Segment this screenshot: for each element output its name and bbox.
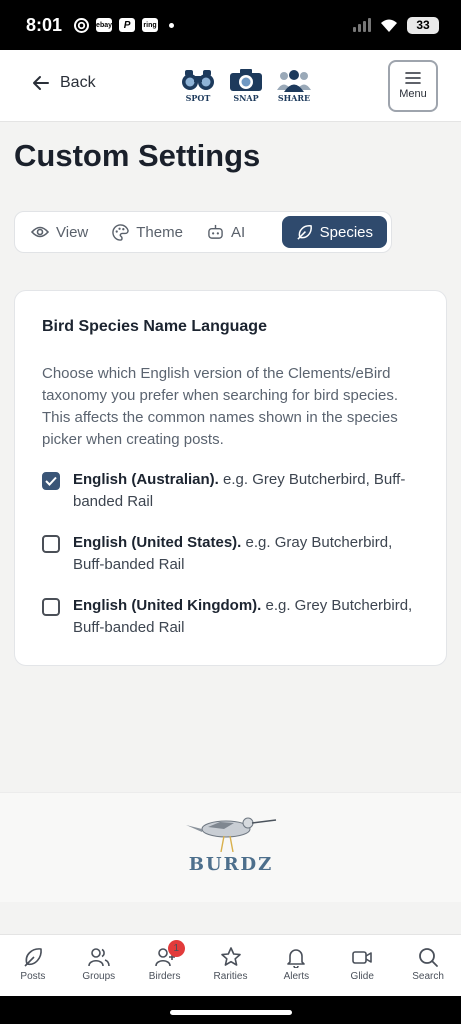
- palette-icon: [112, 223, 130, 241]
- ebay-icon: ebay: [96, 18, 113, 32]
- nav-glide[interactable]: Glide: [329, 935, 395, 996]
- star-icon: [220, 947, 241, 966]
- brand-snap: SNAP: [228, 68, 264, 103]
- hamburger-icon: [405, 72, 421, 84]
- option-english-united-states[interactable]: English (United States). e.g. Gray Butch…: [42, 532, 422, 576]
- brand-logo[interactable]: SPOT SNAP SHARE: [180, 68, 312, 103]
- camera-icon: [230, 69, 262, 91]
- menu-button[interactable]: Menu: [388, 60, 438, 112]
- nav-alerts[interactable]: Alerts: [263, 935, 329, 996]
- logo-text: BURDZ: [188, 854, 274, 875]
- notification-badge: 1: [167, 940, 185, 957]
- eye-icon: [31, 226, 49, 238]
- wifi-icon: [381, 19, 397, 32]
- card-title: Bird Species Name Language: [42, 318, 267, 335]
- sandpiper-bird-icon: [186, 817, 277, 852]
- groups-icon: [87, 948, 110, 967]
- robot-icon: [208, 224, 223, 239]
- brand-spot: SPOT: [180, 68, 216, 103]
- home-indicator[interactable]: [170, 1010, 292, 1015]
- battery-indicator: 33: [407, 16, 439, 34]
- binoculars-icon: [182, 70, 214, 90]
- brand-share: SHARE: [276, 68, 312, 103]
- search-icon: [419, 948, 438, 967]
- tab-view[interactable]: View: [19, 216, 100, 248]
- status-time: 8:01: [26, 14, 63, 35]
- species-language-card: Bird Species Name Language Choose which …: [14, 290, 447, 666]
- bell-icon: [287, 949, 306, 968]
- checkbox-australian[interactable]: [42, 472, 60, 490]
- video-icon: [352, 951, 373, 964]
- check-icon: [45, 476, 57, 486]
- status-app-icons: ebay P ring: [74, 17, 175, 33]
- status-bar: 8:01 ebay P ring 33: [0, 0, 461, 50]
- menu-label: Menu: [399, 88, 427, 100]
- checkbox-united-kingdom[interactable]: [42, 598, 60, 616]
- nav-groups[interactable]: Groups: [66, 935, 132, 996]
- ring-icon: ring: [142, 18, 159, 32]
- back-button[interactable]: Back: [32, 74, 96, 92]
- chrome-icon: [74, 17, 90, 33]
- people-icon: [277, 70, 311, 92]
- notification-dot: [169, 22, 175, 28]
- checkbox-united-states[interactable]: [42, 535, 60, 553]
- tab-species[interactable]: Species: [281, 216, 387, 248]
- feather-icon: [296, 224, 312, 240]
- nav-search[interactable]: Search: [395, 935, 461, 996]
- arrow-left-icon: [33, 76, 49, 90]
- page-title: Custom Settings: [14, 138, 261, 173]
- tab-ai[interactable]: AI: [195, 216, 257, 248]
- nav-rarities[interactable]: Rarities: [198, 935, 264, 996]
- option-label: English (United Kingdom). e.g. Grey Butc…: [73, 597, 413, 636]
- option-english-australian[interactable]: English (Australian). e.g. Grey Butcherb…: [42, 469, 422, 513]
- bottom-nav: Posts Groups Birders 1 Rarities Alerts G…: [0, 934, 461, 996]
- back-label: Back: [60, 74, 96, 91]
- burdz-logo: BURDZ: [184, 812, 278, 875]
- option-label: English (United States). e.g. Gray Butch…: [73, 534, 393, 573]
- app-header: Back SPOT SNAP SHARE Menu: [0, 50, 461, 122]
- nav-posts[interactable]: Posts: [0, 935, 66, 996]
- card-description: Choose which English version of the Clem…: [42, 365, 399, 448]
- feather-icon: [24, 948, 42, 967]
- option-english-united-kingdom[interactable]: English (United Kingdom). e.g. Grey Butc…: [42, 595, 422, 639]
- nav-birders[interactable]: Birders 1: [132, 935, 198, 996]
- settings-tabs: View Theme AI Species: [14, 211, 392, 253]
- signal-icon: [353, 18, 371, 32]
- option-label: English (Australian). e.g. Grey Butcherb…: [73, 471, 406, 510]
- paypal-icon: P: [119, 18, 136, 32]
- tab-theme[interactable]: Theme: [100, 216, 195, 248]
